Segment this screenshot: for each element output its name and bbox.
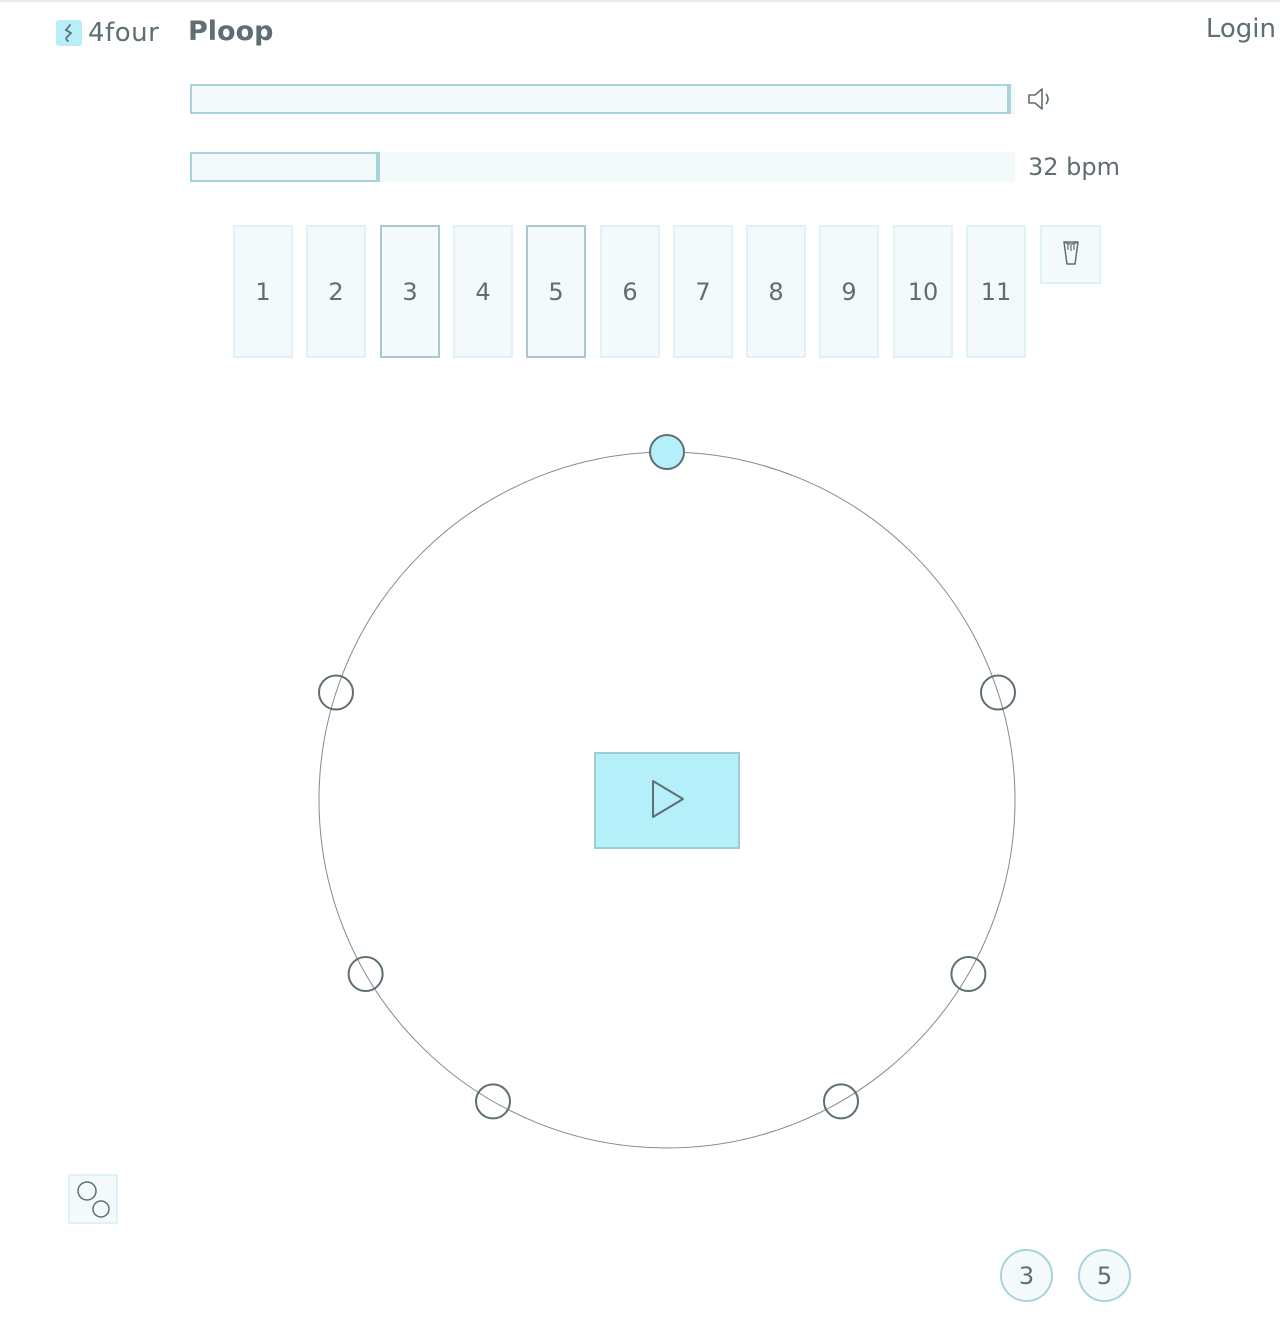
beat-dot[interactable] bbox=[980, 674, 1016, 711]
multi-circle-button[interactable] bbox=[68, 1174, 118, 1224]
multi-circle-icon bbox=[77, 1181, 110, 1218]
play-icon bbox=[647, 777, 687, 825]
beat-dot[interactable] bbox=[823, 1083, 859, 1120]
beat-dot[interactable] bbox=[950, 956, 987, 992]
beat-dot[interactable] bbox=[347, 956, 384, 992]
beat-circle bbox=[318, 434, 1016, 1149]
beat-dot[interactable] bbox=[649, 434, 685, 470]
division-chip-5[interactable]: 5 bbox=[1078, 1249, 1131, 1302]
beat-dot[interactable] bbox=[475, 1083, 511, 1120]
beat-dot[interactable] bbox=[318, 674, 354, 711]
division-chip-label: 5 bbox=[1096, 1261, 1113, 1290]
play-button[interactable] bbox=[594, 752, 740, 849]
division-chip-label: 3 bbox=[1018, 1261, 1035, 1290]
division-chip-3[interactable]: 3 bbox=[1000, 1249, 1053, 1302]
